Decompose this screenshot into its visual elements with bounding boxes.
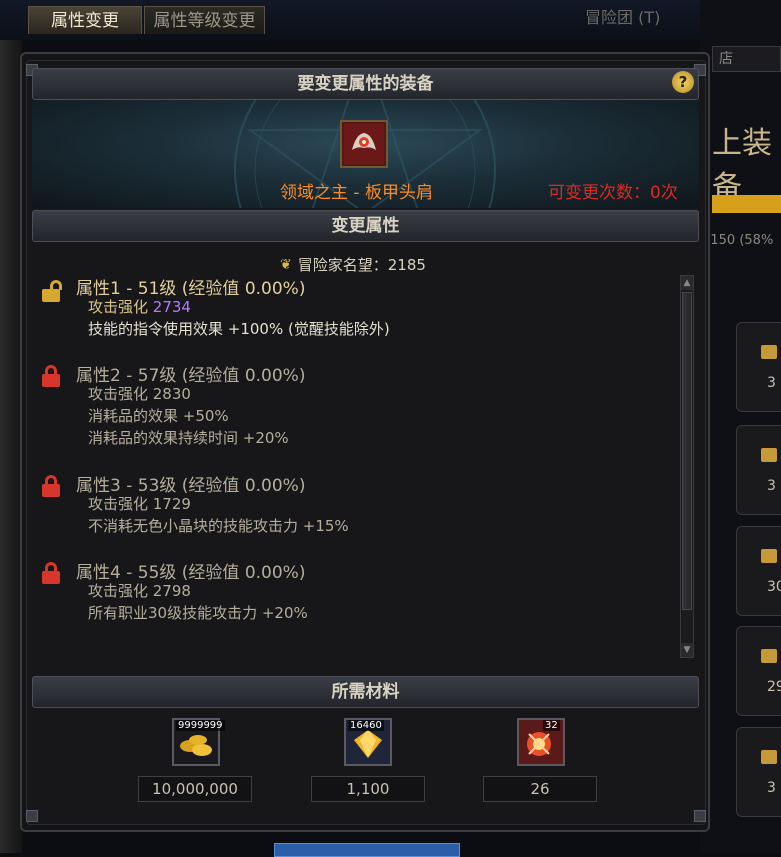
attribute-line: 攻击强化 2798 xyxy=(88,582,191,600)
shoulder-armor-icon xyxy=(344,124,384,164)
background-progress-bar xyxy=(712,195,781,213)
background-progress-text: /150 (58% xyxy=(706,233,774,248)
panel-bolt xyxy=(26,810,38,822)
equipment-slot[interactable] xyxy=(340,120,388,168)
equipment-name: 领域之主 - 板甲头肩 xyxy=(280,183,433,203)
scroll-down-button[interactable]: ▼ xyxy=(681,643,693,657)
material-stock-badge: 32 xyxy=(543,720,560,731)
scroll-up-button[interactable]: ▲ xyxy=(681,276,693,290)
attribute-line: 消耗品的效果 +50% xyxy=(88,407,229,425)
material-stock-badge: 9999999 xyxy=(176,720,225,731)
locked-lock-icon[interactable] xyxy=(42,365,60,387)
side-card[interactable]: 29 xyxy=(736,626,781,716)
attribute-line: 不消耗无色小晶块的技能攻击力 +15% xyxy=(88,517,349,535)
material-stock-badge: 16460 xyxy=(348,720,384,731)
background-title-fragment: 上装备 xyxy=(712,126,772,205)
side-card[interactable]: 3 xyxy=(736,727,781,817)
tab-attribute-level-change[interactable]: 属性等级变更 xyxy=(144,6,265,34)
side-card[interactable]: 30 xyxy=(736,526,781,616)
help-icon[interactable]: ? xyxy=(672,71,694,93)
trophy-icon xyxy=(761,345,777,359)
material-amount: 1,100 xyxy=(311,776,425,802)
attribute-list-scrollbar[interactable]: ▲ ▼ xyxy=(680,275,694,658)
tab-attribute-change[interactable]: 属性变更 xyxy=(28,6,142,34)
attribute-line: 所有职业30级技能攻击力 +20% xyxy=(88,604,308,622)
materials-section-header: 所需材料 xyxy=(32,676,699,708)
attribute-line: 技能的指令使用效果 +100% (觉醒技能除外) xyxy=(88,320,390,338)
fame-crest-icon: ❦ xyxy=(280,256,292,273)
panel-bolt xyxy=(694,810,706,822)
attribute-section-header: 变更属性 xyxy=(32,210,699,242)
change-count-label: 可变更次数：0次 xyxy=(548,183,678,203)
unlocked-lock-icon[interactable] xyxy=(42,280,62,302)
equipment-section-title: 要变更属性的装备 xyxy=(297,74,434,94)
scroll-thumb[interactable] xyxy=(682,292,692,610)
attribute-line: 攻击强化 1729 xyxy=(88,495,191,513)
fame-label: 冒险家名望：2185 xyxy=(297,256,426,274)
locked-lock-icon[interactable] xyxy=(42,475,60,497)
equipment-section-header: 要变更属性的装备 xyxy=(32,68,699,100)
bottom-action-button[interactable] xyxy=(274,843,460,857)
materials-section-title: 所需材料 xyxy=(331,682,400,702)
adventurer-fame: ❦ 冒险家名望：2185 xyxy=(280,254,426,275)
trophy-icon xyxy=(761,549,777,563)
trophy-icon xyxy=(761,750,777,764)
trophy-icon xyxy=(761,448,777,462)
side-card[interactable]: 3 xyxy=(736,322,781,412)
side-card[interactable]: 3 xyxy=(736,425,781,515)
locked-lock-icon[interactable] xyxy=(42,562,60,584)
attribute-line: 攻击强化 2734 xyxy=(88,298,191,316)
attack-enhance-value: 2734 xyxy=(152,298,191,316)
shop-button[interactable]: 店 xyxy=(712,46,781,72)
material-amount: 26 xyxy=(483,776,597,802)
left-edge-background xyxy=(0,40,22,853)
attribute-section-title: 变更属性 xyxy=(331,216,400,236)
material-amount: 10,000,000 xyxy=(138,776,252,802)
attribute-line: 消耗品的效果持续时间 +20% xyxy=(88,429,289,447)
adventure-group-button[interactable]: 冒险团 (T) xyxy=(585,4,660,28)
attribute-line: 攻击强化 2830 xyxy=(88,385,191,403)
trophy-icon xyxy=(761,649,777,663)
